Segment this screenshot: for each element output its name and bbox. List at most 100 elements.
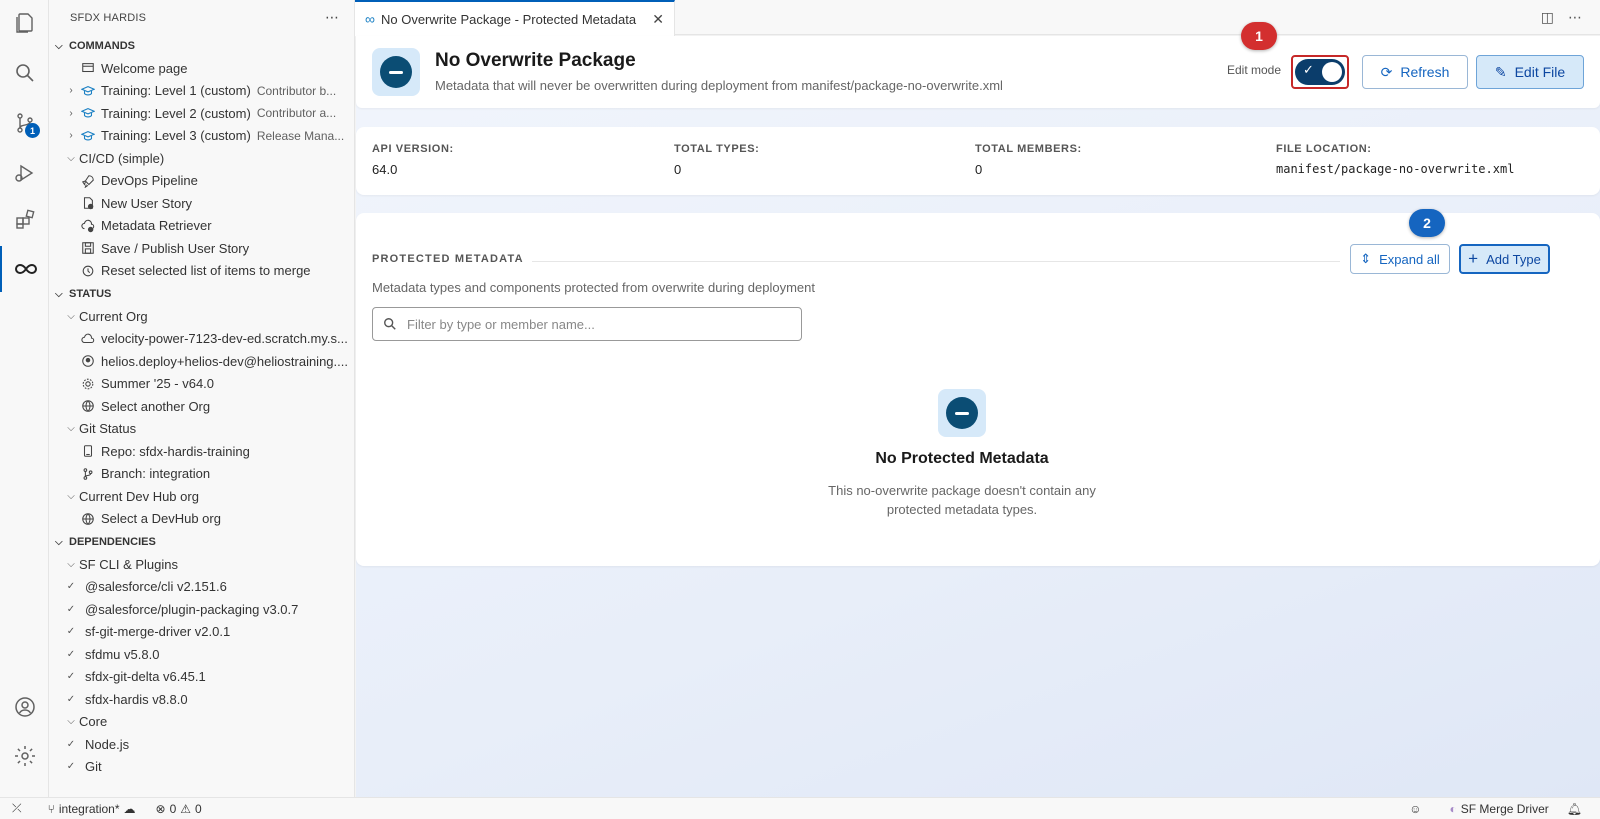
command-cicd-simple[interactable]: ⌵ CI/CD (simple) xyxy=(49,147,354,170)
total-types-value: 0 xyxy=(674,162,682,177)
add-type-button[interactable]: + Add Type xyxy=(1459,244,1550,274)
refresh-button[interactable]: ⟳ Refresh xyxy=(1362,55,1468,89)
graduation-cap-icon xyxy=(79,129,97,143)
extensions-icon[interactable] xyxy=(0,197,49,243)
edit-mode-toggle[interactable]: ✓ xyxy=(1295,59,1345,85)
status-section-header[interactable]: ⌵ STATUS xyxy=(49,283,354,305)
deps-item[interactable]: ✓ Node.js xyxy=(49,733,354,756)
edit-mode-label: Edit mode xyxy=(1227,63,1282,77)
command-metadata-retriever[interactable]: Metadata Retriever xyxy=(49,215,354,238)
deps-item[interactable]: ✓ sfdmu v5.8.0 xyxy=(49,643,354,666)
graduation-cap-icon xyxy=(79,84,97,98)
deps-core[interactable]: ⌵ Core xyxy=(49,711,354,734)
pencil-icon: ✎ xyxy=(1494,63,1507,80)
split-editor-icon[interactable]: ◫ xyxy=(1541,9,1554,26)
chevron-down-icon: ⌵ xyxy=(55,40,63,52)
status-branch[interactable]: Branch: integration xyxy=(49,463,354,486)
deps-sf-cli-plugins[interactable]: ⌵ SF CLI & Plugins xyxy=(49,553,354,576)
command-save-publish-user-story[interactable]: Save / Publish User Story xyxy=(49,237,354,260)
filter-placeholder: Filter by type or member name... xyxy=(407,316,595,332)
search-icon[interactable] xyxy=(0,50,49,96)
dependencies-section-header[interactable]: ⌵ DEPENDENCIES xyxy=(49,531,354,553)
check-icon: ✓ xyxy=(66,581,76,593)
new-file-icon xyxy=(79,196,97,210)
check-icon: ✓ xyxy=(66,738,76,750)
bell-icon[interactable]: 🔔︎ xyxy=(1567,802,1582,816)
chevron-right-icon: › xyxy=(69,107,73,119)
command-devops-pipeline[interactable]: DevOps Pipeline xyxy=(49,170,354,193)
file-location-block: FILE LOCATION: manifest/package-no-overw… xyxy=(1276,143,1515,176)
refresh-icon: ⟳ xyxy=(1380,63,1393,80)
status-repo[interactable]: Repo: sfdx-hardis-training xyxy=(49,440,354,463)
close-icon[interactable]: ✕ xyxy=(652,11,664,28)
plus-icon: + xyxy=(1468,249,1479,268)
api-version-block: API VERSION: 64.0 xyxy=(372,143,454,177)
filter-input[interactable]: Filter by type or member name... xyxy=(372,307,802,341)
commands-section-header[interactable]: ⌵ COMMANDS xyxy=(49,35,354,57)
expand-icon: ⇕ xyxy=(1360,251,1372,266)
check-icon: ✓ xyxy=(66,671,76,683)
empty-state-icon xyxy=(938,389,986,437)
chevron-down-icon: ⌵ xyxy=(67,716,75,728)
annotation-badge-1: 1 xyxy=(1241,22,1277,50)
command-training-level-2[interactable]: › Training: Level 2 (custom) Contributor… xyxy=(49,102,354,125)
command-training-level-3[interactable]: › Training: Level 3 (custom) Release Man… xyxy=(49,125,354,148)
editor-actions: ◫ ⋯ xyxy=(1541,9,1582,26)
deps-item[interactable]: ✓ sfdx-hardis v8.8.0 xyxy=(49,688,354,711)
protected-metadata-card: PROTECTED METADATA 2 ⇕ Expand all + Add … xyxy=(356,209,1600,566)
status-org-user[interactable]: helios.deploy+helios-dev@heliostraining.… xyxy=(49,350,354,373)
edit-file-button[interactable]: ✎ Edit File xyxy=(1476,55,1584,89)
explorer-icon[interactable] xyxy=(0,0,49,46)
account-icon[interactable] xyxy=(0,684,49,730)
section-title: PROTECTED METADATA xyxy=(372,253,524,265)
run-debug-icon[interactable] xyxy=(0,150,49,196)
command-new-user-story[interactable]: New User Story xyxy=(49,192,354,215)
status-select-devhub[interactable]: Select a DevHub org xyxy=(49,508,354,531)
minus-circle-icon xyxy=(946,397,978,429)
status-org-url[interactable]: velocity-power-7123-dev-ed.scratch.my.s.… xyxy=(49,328,354,351)
cloud-download-icon xyxy=(79,219,97,233)
chevron-down-icon: ⌵ xyxy=(67,490,75,502)
welcome-icon xyxy=(79,61,97,75)
chevron-right-icon: › xyxy=(69,130,73,142)
gear-icon xyxy=(79,377,97,391)
status-api-version[interactable]: Summer '25 - v64.0 xyxy=(49,373,354,396)
deps-item[interactable]: ✓ @salesforce/plugin-packaging v3.0.7 xyxy=(49,598,354,621)
merge-driver-status[interactable]: ◐ SF Merge Driver xyxy=(1450,802,1549,816)
more-actions-icon[interactable]: ⋯ xyxy=(325,9,340,26)
sfdx-hardis-icon[interactable] xyxy=(0,246,49,292)
branch-status[interactable]: ⑂ integration* ☁ xyxy=(48,802,136,816)
deps-item[interactable]: ✓ sfdx-git-delta v6.45.1 xyxy=(49,666,354,689)
page-title: No Overwrite Package xyxy=(435,50,636,71)
expand-all-button[interactable]: ⇕ Expand all xyxy=(1350,244,1450,274)
copilot-icon[interactable]: ☺ xyxy=(1409,802,1421,816)
command-welcome-page[interactable]: Welcome page xyxy=(49,57,354,80)
annotation-badge-2: 2 xyxy=(1409,209,1445,237)
package-info-card: API VERSION: 64.0 TOTAL TYPES: 0 TOTAL M… xyxy=(356,127,1600,195)
tab-label: No Overwrite Package - Protected Metadat… xyxy=(380,11,637,27)
status-current-devhub[interactable]: ⌵ Current Dev Hub org xyxy=(49,485,354,508)
chevron-down-icon: ⌵ xyxy=(67,558,75,570)
tab-no-overwrite-package[interactable]: ∞ No Overwrite Package - Protected Metad… xyxy=(355,0,675,36)
deps-item[interactable]: ✓ Git xyxy=(49,756,354,779)
globe-icon xyxy=(79,399,97,413)
total-members-block: TOTAL MEMBERS: 0 xyxy=(975,143,1082,177)
more-actions-icon[interactable]: ⋯ xyxy=(1568,9,1582,26)
command-reset-selected-list[interactable]: Reset selected list of items to merge xyxy=(49,260,354,283)
cloud-icon xyxy=(79,332,97,346)
package-icon xyxy=(372,48,420,96)
problems-status[interactable]: ⊗ 0 ⚠ 0 xyxy=(156,802,202,816)
empty-state-message: This no-overwrite package doesn't contai… xyxy=(828,483,1096,517)
status-git-status[interactable]: ⌵ Git Status xyxy=(49,418,354,441)
command-training-level-1[interactable]: › Training: Level 1 (custom) Contributor… xyxy=(49,80,354,103)
source-control-icon[interactable]: 1 xyxy=(0,100,49,146)
chevron-down-icon: ⌵ xyxy=(67,152,75,164)
status-bar: ⤫ ⑂ integration* ☁ ⊗ 0 ⚠ 0 ☺ ◐ SF Merge … xyxy=(0,797,1600,819)
status-current-org[interactable]: ⌵ Current Org xyxy=(49,305,354,328)
settings-gear-icon[interactable] xyxy=(0,733,49,779)
deps-item[interactable]: ✓ @salesforce/cli v2.151.6 xyxy=(49,576,354,599)
globe-icon xyxy=(79,512,97,526)
remote-icon[interactable]: ⤫ xyxy=(12,801,22,816)
deps-item[interactable]: ✓ sf-git-merge-driver v2.0.1 xyxy=(49,621,354,644)
status-select-another-org[interactable]: Select another Org xyxy=(49,395,354,418)
